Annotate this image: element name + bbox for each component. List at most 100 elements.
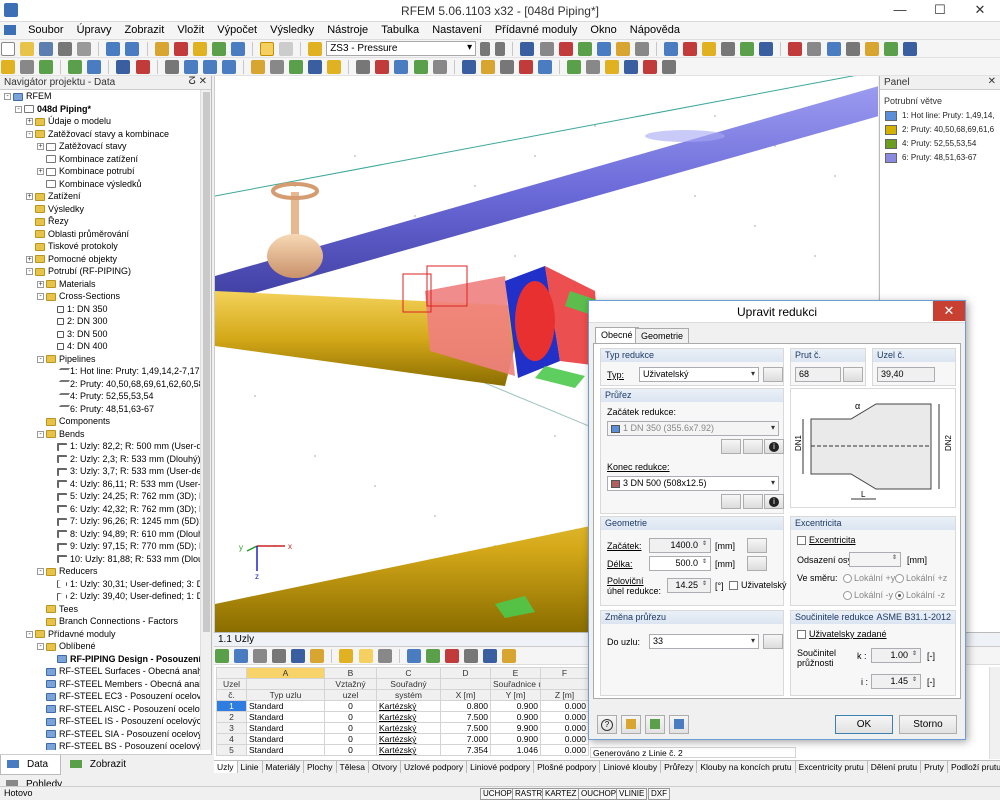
support-green-2[interactable] [535,366,585,388]
next-lc-icon[interactable] [495,42,506,56]
tree-item[interactable]: RF-STEEL Surfaces - Obecná analýza n [0,665,200,678]
line-icon[interactable] [87,60,102,74]
status-kartez-button[interactable]: KARTEZ [542,788,580,800]
table-row[interactable]: 2 Standard 0 Kartézský 7.500 0.900 0.000 [216,711,589,723]
zoom-icon[interactable] [250,60,265,74]
menu-vypocet[interactable]: Výpočet [212,22,262,38]
tool-icon-3[interactable] [558,42,573,56]
table-cell[interactable]: 0.000 [540,711,589,723]
table-tab[interactable]: Uzly [214,761,238,773]
tree-item[interactable]: Tees [0,603,200,616]
save-icon[interactable] [39,42,54,56]
table-cell[interactable]: 3 [216,722,247,734]
tool-icon-31[interactable] [567,60,582,74]
tool-icon-32[interactable] [586,60,601,74]
menu-pridavne-moduly[interactable]: Přídavné moduly [490,22,583,38]
tool-icon-29[interactable] [518,60,533,74]
menu-vlozit[interactable]: Vložit [172,22,209,38]
tree-item[interactable]: - Přídavné moduly [0,628,200,641]
tree-item[interactable]: - RFEM [0,90,200,103]
table-row[interactable]: 5 Standard 0 Kartézský 7.354 1.046 0.000 [216,744,589,756]
tool-icon-6[interactable] [615,42,630,56]
tool-icon-28[interactable] [499,60,514,74]
menu-nastroje[interactable]: Nástroje [322,22,373,38]
tree-item[interactable]: 3: DN 500 [0,328,200,341]
expand-icon[interactable]: + [37,168,44,176]
collapse-icon[interactable]: - [26,130,33,138]
table-cell[interactable]: 0.900 [490,733,541,745]
units-footer-button[interactable] [645,715,665,734]
ok-button[interactable]: OK [835,715,893,734]
column-letter[interactable]: C [376,667,441,679]
table-tab[interactable]: Liniové podpory [467,761,535,773]
tool-icon-35[interactable] [643,60,658,74]
tree-item[interactable]: Oblasti průměrování [0,228,200,241]
prev-lc-icon[interactable] [480,42,491,56]
collapse-icon[interactable]: - [37,430,44,438]
legend-item[interactable]: 1: Hot line: Pruty: 1,49,14, [880,109,1000,123]
table-tool-icon-1[interactable] [215,649,229,663]
status-rastr-button[interactable]: RASTR [512,788,546,800]
tool-icon-16[interactable] [826,42,841,56]
table-cell[interactable]: 0.000 [540,733,589,745]
do-uzlu-pick-button[interactable] [763,634,783,649]
table-cell[interactable]: 0.900 [490,700,541,712]
column-letter[interactable] [216,667,247,679]
view-y-icon[interactable] [202,60,217,74]
menu-tabulka[interactable]: Tabulka [376,22,424,38]
cancel-button[interactable]: Storno [899,715,957,734]
table-cell[interactable]: 7.354 [440,744,491,756]
tree-item[interactable]: - Bends [0,428,200,441]
tree-item[interactable]: 8: Uzly: 94,89; R: 610 mm (Dlouhý); [0,528,200,541]
table-cell[interactable]: Standard [246,744,325,756]
tree-item[interactable]: 2: DN 300 [0,315,200,328]
table-tab[interactable]: Pruty [921,761,948,773]
table-cell[interactable]: 4 [216,733,247,745]
tree-item[interactable]: RF-STEEL AISC - Posouzení ocelových [0,703,200,716]
table-tab[interactable]: Otvory [369,761,402,773]
tree-item[interactable]: 2: Uzly: 39,40; User-defined; 1: DN 3 [0,590,200,603]
excentricita-checkbox[interactable] [797,536,806,545]
collapse-icon[interactable]: - [4,93,11,101]
collapse-icon[interactable]: - [26,630,33,638]
tree-item[interactable]: 1: DN 350 [0,303,200,316]
tree-item[interactable]: 2: Pruty: 40,50,68,69,61,62,60,58,59,4 [0,378,200,391]
tree-item[interactable]: - Reducers [0,565,200,578]
table-tab[interactable]: Materiály [263,761,304,773]
column-letter[interactable]: D [440,667,491,679]
tree-item[interactable]: RF-STEEL EC3 - Posouzení ocelových p [0,690,200,703]
select-icon[interactable] [1,60,15,74]
table-tool-icon-5[interactable] [291,649,306,663]
table-tool-icon-4[interactable] [272,649,287,663]
tree-item[interactable]: - Oblíbené [0,640,200,653]
tool-icon-33[interactable] [605,60,620,74]
start-edit-section-button[interactable] [743,439,763,454]
view-toggle-icon[interactable] [259,42,274,56]
table-cell[interactable]: Standard [246,733,325,745]
table-icon[interactable] [230,42,245,56]
check-icon[interactable] [211,42,226,56]
print-icon[interactable] [58,42,73,56]
start-new-section-button[interactable] [721,439,741,454]
new-icon[interactable] [1,42,15,56]
tree-item[interactable]: Řezy [0,215,200,228]
spinner-icon[interactable]: ⇕ [702,580,707,587]
tree-item[interactable]: RF-STEEL SIA - Posouzení ocelových p [0,728,200,741]
render-icon[interactable] [308,60,323,74]
table-cell[interactable]: 7.500 [440,711,491,723]
tool-icon-21[interactable] [356,60,371,74]
tree-item[interactable]: 9: Uzly: 97,15; R: 770 mm (5D); EN 1 [0,540,200,553]
tree-item[interactable]: 5: Uzly: 24,25; R: 762 mm (3D); EN 1 [0,490,200,503]
delka-pick-button[interactable] [747,556,767,571]
menu-upravy[interactable]: Úpravy [72,22,117,38]
menu-app-icon[interactable] [0,22,20,38]
table-cell[interactable]: 0.000 [540,744,589,756]
column-letter[interactable]: F [540,667,589,679]
start-info-button[interactable]: i [764,439,784,454]
table-tab[interactable]: Dělení prutu [868,761,922,773]
spinner-icon[interactable]: ⇕ [912,650,917,657]
collapse-icon[interactable]: - [26,268,33,276]
end-new-section-button[interactable] [721,494,741,509]
zacatek-pick-button[interactable] [747,538,767,553]
tree-item[interactable]: - 048d Piping* [0,103,200,116]
